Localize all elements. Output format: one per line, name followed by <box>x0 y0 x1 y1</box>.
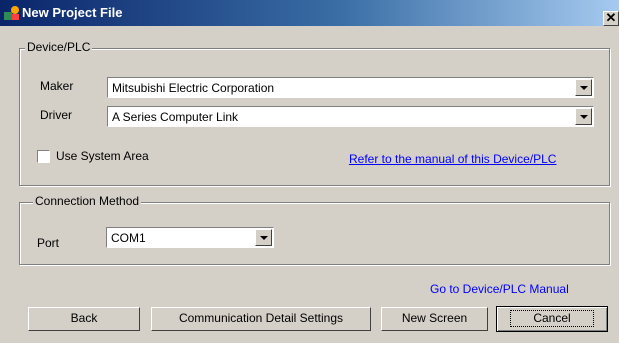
new-screen-button[interactable]: New Screen <box>381 307 488 331</box>
use-system-area-checkbox[interactable] <box>37 150 50 163</box>
port-select[interactable]: COM1 <box>106 227 274 248</box>
port-label: Port <box>37 236 60 250</box>
cancel-button-label: Cancel <box>510 310 594 327</box>
connection-method-group-label: Connection Method <box>33 194 142 208</box>
close-button[interactable]: ✕ <box>603 11 619 26</box>
go-to-manual-link[interactable]: Go to Device/PLC Manual <box>430 282 569 296</box>
project-icon <box>4 6 19 20</box>
port-dropdown-button[interactable] <box>255 229 272 246</box>
back-button[interactable]: Back <box>28 307 140 331</box>
driver-dropdown-button[interactable] <box>575 108 592 125</box>
maker-dropdown-button[interactable] <box>575 79 592 96</box>
chevron-down-icon <box>260 236 268 240</box>
driver-value: A Series Computer Link <box>112 110 239 124</box>
device-manual-link[interactable]: Refer to the manual of this Device/PLC <box>349 152 556 166</box>
title-bar[interactable]: New Project File <box>0 0 619 26</box>
maker-value: Mitsubishi Electric Corporation <box>112 81 275 95</box>
close-icon: ✕ <box>605 10 617 25</box>
communication-detail-settings-button[interactable]: Communication Detail Settings <box>151 307 371 331</box>
device-plc-group-label: Device/PLC <box>25 40 93 54</box>
port-value: COM1 <box>111 231 146 245</box>
chevron-down-icon <box>580 86 588 90</box>
cancel-button[interactable]: Cancel <box>496 306 608 332</box>
new-project-file-dialog: New Project File ✕ Device/PLC Maker Mits… <box>0 0 619 343</box>
window-title: New Project File <box>22 5 123 20</box>
maker-select[interactable]: Mitsubishi Electric Corporation <box>107 77 594 98</box>
driver-label: Driver <box>40 108 72 122</box>
chevron-down-icon <box>580 115 588 119</box>
maker-label: Maker <box>40 79 74 93</box>
use-system-area-label[interactable]: Use System Area <box>56 149 149 163</box>
driver-select[interactable]: A Series Computer Link <box>107 106 594 127</box>
